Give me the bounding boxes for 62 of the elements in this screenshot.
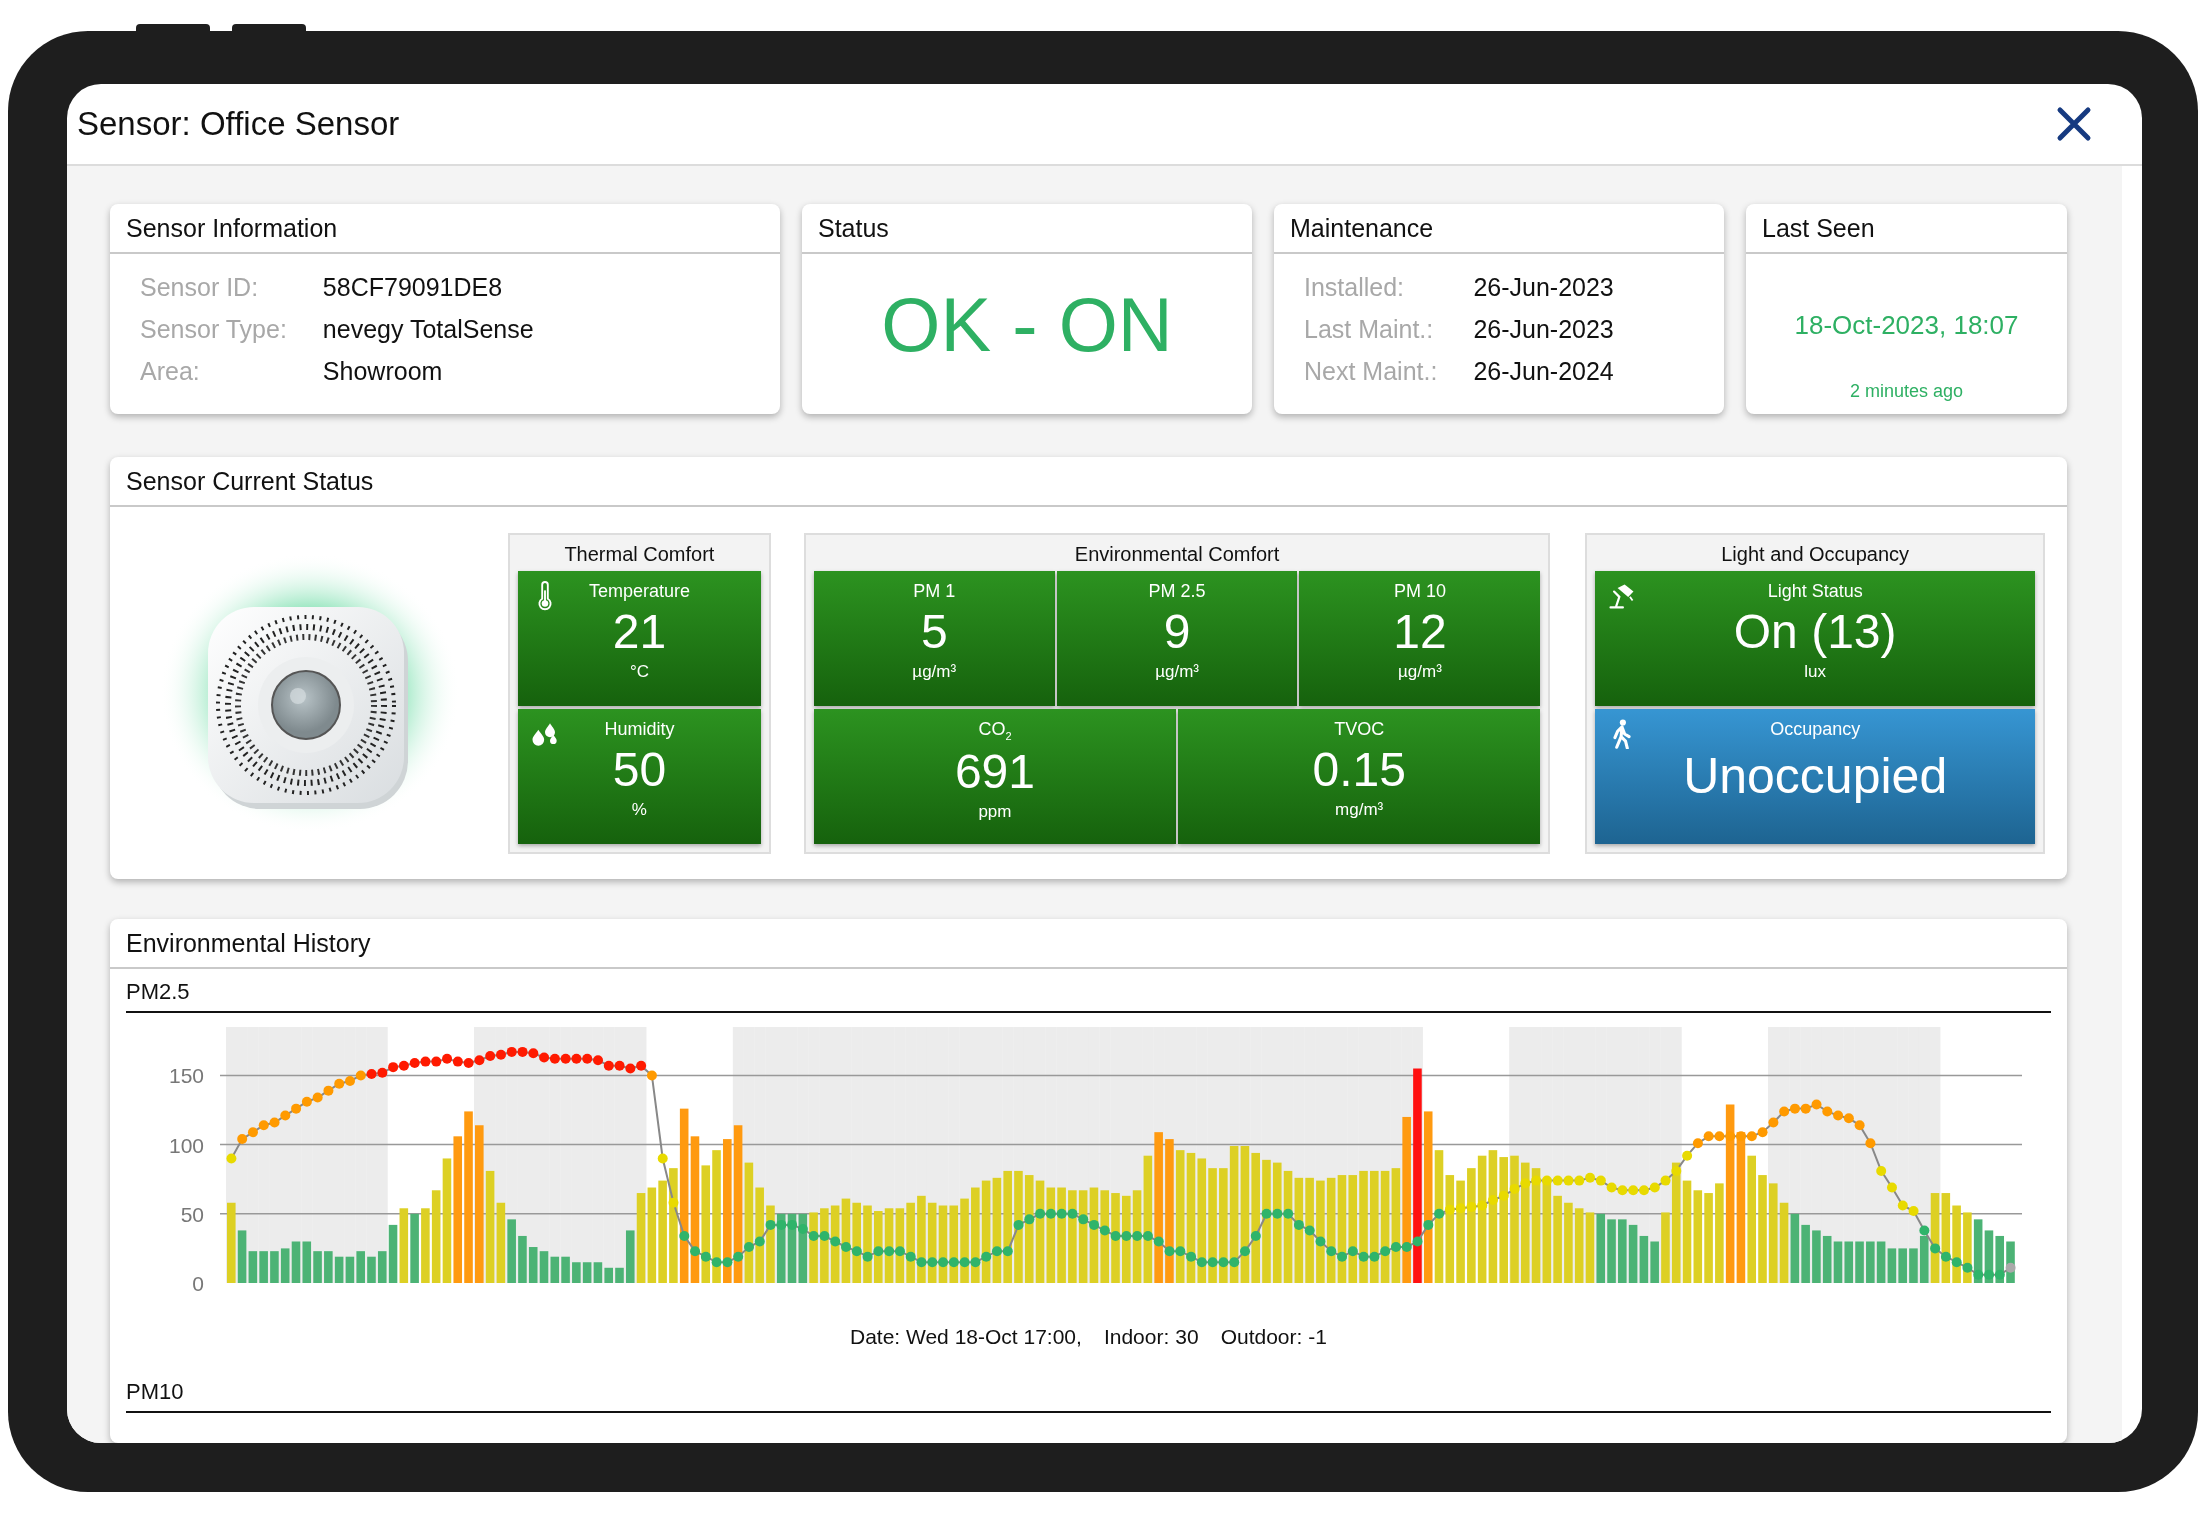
metric-label: Humidity <box>604 719 675 740</box>
metric-value: Unoccupied <box>1683 747 1948 806</box>
chart-title: PM2.5 <box>126 969 2051 1013</box>
axis-label: 150 <box>168 1064 204 1088</box>
card-title: Maintenance <box>1274 204 1724 254</box>
card-title: Last Seen <box>1746 204 2067 254</box>
metric-unit: µg/m³ <box>912 662 957 682</box>
field-label: Area: <box>140 356 201 387</box>
metric-label: PM 2.5 <box>1148 581 1206 602</box>
metric-unit: mg/m³ <box>1335 800 1384 820</box>
chart-title: PM10 <box>126 1369 2051 1413</box>
status-text: OK - ON <box>881 280 1173 368</box>
metric-value: 21 <box>612 604 667 660</box>
metric-unit: lux <box>1804 662 1826 682</box>
axis-label: 50 <box>180 1202 204 1226</box>
metric-unit: °C <box>629 662 649 682</box>
field-label: Next Maint.: <box>1304 356 1438 387</box>
readout-text: Date: Wed 18-Oct 17:00, <box>849 1325 1082 1349</box>
metric-value: On (13) <box>1733 604 1897 660</box>
field-label: Sensor ID: <box>140 272 260 303</box>
group-title: Thermal Comfort <box>563 542 716 567</box>
metric-value: 50 <box>612 742 667 798</box>
field-value: nevegy TotalSense <box>322 314 534 345</box>
metric-unit: µg/m³ <box>1155 662 1199 682</box>
metric-label: PM 1 <box>913 581 956 602</box>
card-title: Environmental History <box>110 919 2067 969</box>
metric-unit: ppm <box>978 801 1012 822</box>
field-label: Installed: <box>1304 272 1406 303</box>
metric-label: Occupancy <box>1770 719 1861 740</box>
card-title: Sensor Information <box>110 204 780 254</box>
metric-label: TVOC <box>1334 719 1385 740</box>
metric-value: 0.15 <box>1312 742 1406 798</box>
field-label: Sensor Type: <box>140 314 287 345</box>
last-seen-time: 18-Oct-2023, 18:07 <box>1794 310 2019 341</box>
readout-label: Outdoor: <box>1220 1325 1303 1349</box>
metric-label: PM 10 <box>1393 581 1446 602</box>
metric-value: 9 <box>1163 604 1191 660</box>
metric-unit: % <box>631 800 647 820</box>
last-seen-note: 2 minutes ago <box>1849 381 1964 402</box>
metric-label: Light Status <box>1767 581 1863 602</box>
field-label: Last Maint.: <box>1304 314 1435 345</box>
field-value: 26-Jun-2024 <box>1473 356 1614 387</box>
readout-label: Indoor: <box>1103 1325 1170 1349</box>
field-value: 26-Jun-2023 <box>1473 314 1614 345</box>
metric-value: 5 <box>920 604 948 660</box>
metric-value: 12 <box>1393 604 1447 660</box>
window-title: Sensor: Office Sensor <box>77 105 400 143</box>
readout-value: -1 <box>1308 1325 1328 1349</box>
card-title: Status <box>802 204 1252 254</box>
metric-label: Temperature <box>588 581 690 602</box>
axis-label: 100 <box>168 1133 204 1157</box>
field-value: 26-Jun-2023 <box>1473 272 1614 303</box>
metric-unit: µg/m³ <box>1398 662 1442 682</box>
card-title: Sensor Current Status <box>110 457 2067 507</box>
group-title: Environmental Comfort <box>1073 542 1281 567</box>
readout-value: 30 <box>1175 1325 1199 1349</box>
field-value: 58CF79091DE8 <box>322 272 504 303</box>
group-title: Light and Occupancy <box>1720 542 1911 567</box>
metric-label: CO$_{2}$ <box>978 719 1012 742</box>
axis-label: 0 <box>192 1272 204 1295</box>
metric-value: 691 <box>954 743 1035 800</box>
field-value: Showroom <box>322 356 444 387</box>
